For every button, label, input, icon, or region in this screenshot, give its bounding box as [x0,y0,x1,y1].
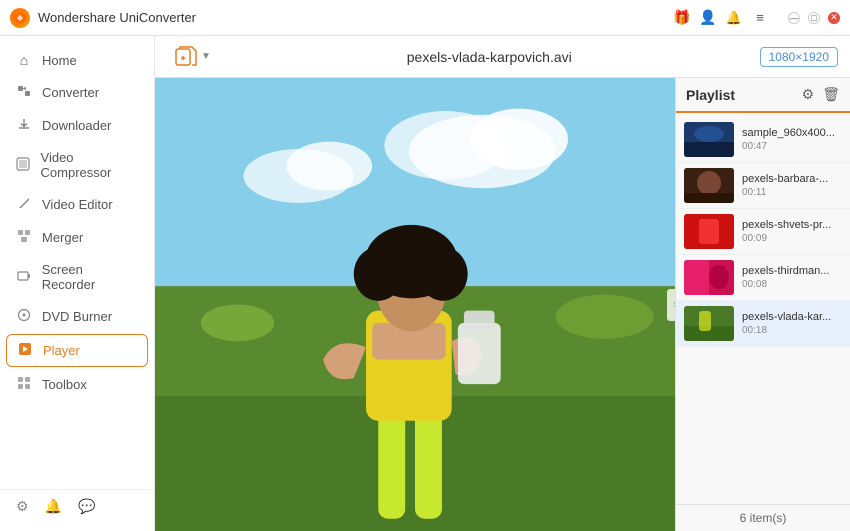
sidebar-item-dvd-burner[interactable]: DVD Burner [0,300,154,333]
playlist-header: Playlist ⚙ 🗑 [676,78,850,113]
menu-icon[interactable]: ≡ [752,10,768,26]
playlist-item[interactable]: pexels-barbara-... 00:11 [676,163,850,209]
top-bar-left: ▼ [167,42,219,72]
sidebar-label-converter: Converter [42,85,99,100]
player-icon [17,342,33,359]
app-title: Wondershare UniConverter [38,10,196,25]
maximize-button[interactable]: □ [808,12,820,24]
playlist-item-name-4: pexels-thirdman... [742,265,842,277]
sidebar-label-recorder: Screen Recorder [42,262,138,292]
playlist-settings-icon[interactable]: ⚙ [802,86,815,103]
video-area[interactable]: › [155,78,675,531]
editor-icon [16,196,32,213]
content-area: ▼ pexels-vlada-karpovich.avi 1080×1920 [155,36,850,531]
playlist-item-name-2: pexels-barbara-... [742,173,842,185]
playlist-item-duration-5: 00:18 [742,325,842,336]
home-icon: ⌂ [16,52,32,68]
merger-icon [16,229,32,246]
settings-icon[interactable]: ⚙ [16,498,29,515]
playlist-item-info-1: sample_960x400... 00:47 [742,127,842,152]
playlist-delete-icon[interactable]: 🗑 [822,86,840,103]
playlist-item-duration-2: 00:11 [742,187,842,198]
video-frame [155,78,675,531]
dvd-icon [16,308,32,325]
top-bar: ▼ pexels-vlada-karpovich.avi 1080×1920 [155,36,850,78]
sidebar: ⌂ Home Converter Downloader [0,36,155,531]
playlist-item[interactable]: pexels-thirdman... 00:08 [676,255,850,301]
compressor-icon [16,157,31,174]
playlist-item-name-5: pexels-vlada-kar... [742,311,842,323]
sidebar-item-player[interactable]: Player [6,334,148,367]
app-icon [10,8,30,28]
user-icon[interactable]: 👤 [700,10,716,26]
sidebar-label-merger: Merger [42,230,83,245]
playlist-item-info-3: pexels-shvets-pr... 00:09 [742,219,842,244]
playlist-title: Playlist [686,87,735,103]
playlist-item-name-3: pexels-shvets-pr... [742,219,842,231]
sidebar-label-compressor: Video Compressor [41,150,138,180]
close-button[interactable]: ✕ [828,12,840,24]
sidebar-label-player: Player [43,343,80,358]
converter-icon [16,84,32,101]
title-bar-icons: 🎁 👤 🔔 ≡ — □ ✕ [674,10,840,26]
title-bar-left: Wondershare UniConverter [10,8,196,28]
minimize-button[interactable]: — [788,12,800,24]
sidebar-label-editor: Video Editor [42,197,113,212]
toolbox-icon [16,376,32,393]
sidebar-item-home[interactable]: ⌂ Home [0,44,154,76]
sidebar-item-video-editor[interactable]: Video Editor [0,188,154,221]
playlist-item-info-5: pexels-vlada-kar... 00:18 [742,311,842,336]
playlist-item-info-4: pexels-thirdman... 00:08 [742,265,842,290]
bell-icon[interactable]: 🔔 [45,498,62,515]
sidebar-item-video-compressor[interactable]: Video Compressor [0,142,154,188]
sidebar-item-downloader[interactable]: Downloader [0,109,154,142]
collapse-icon: › [673,299,675,310]
add-file-chevron: ▼ [201,51,211,62]
collapse-playlist-button[interactable]: › [667,289,675,321]
window-controls: — □ ✕ [788,12,840,24]
notification-icon[interactable]: 🔔 [726,10,742,26]
playlist-item-name-1: sample_960x400... [742,127,842,139]
player-playlist: › [155,78,850,531]
sidebar-label-downloader: Downloader [42,118,111,133]
playlist-item-info-2: pexels-barbara-... 00:11 [742,173,842,198]
sidebar-item-merger[interactable]: Merger [0,221,154,254]
playlist-item-active[interactable]: pexels-vlada-kar... 00:18 [676,301,850,347]
recorder-icon [16,269,32,286]
file-title: pexels-vlada-karpovich.avi [219,49,760,65]
sidebar-label-toolbox: Toolbox [42,377,87,392]
playlist-item-duration-4: 00:08 [742,279,842,290]
video-player: › [155,78,675,531]
add-file-button[interactable]: ▼ [167,42,219,72]
playlist-items: sample_960x400... 00:47 [676,113,850,504]
sidebar-item-converter[interactable]: Converter [0,76,154,109]
gift-icon[interactable]: 🎁 [674,10,690,26]
playlist-thumb-5 [684,306,734,341]
title-bar: Wondershare UniConverter 🎁 👤 🔔 ≡ — □ ✕ [0,0,850,36]
playlist-item[interactable]: pexels-shvets-pr... 00:09 [676,209,850,255]
add-file-icon [175,46,197,68]
playlist-item-duration-1: 00:47 [742,141,842,152]
playlist-header-icons: ⚙ 🗑 [802,86,840,103]
sidebar-item-toolbox[interactable]: Toolbox [0,368,154,401]
resolution-badge: 1080×1920 [760,47,838,67]
main-layout: ⌂ Home Converter Downloader [0,36,850,531]
playlist-thumb-3 [684,214,734,249]
feedback-icon[interactable]: 💬 [78,498,95,515]
playlist-thumb-4 [684,260,734,295]
playlist: Playlist ⚙ 🗑 [675,78,850,531]
playlist-item-duration-3: 00:09 [742,233,842,244]
playlist-thumb-1 [684,122,734,157]
playlist-footer: 6 item(s) [676,504,850,531]
sidebar-item-screen-recorder[interactable]: Screen Recorder [0,254,154,300]
download-icon [16,117,32,134]
playlist-thumb-2 [684,168,734,203]
sidebar-label-home: Home [42,53,77,68]
sidebar-label-dvd: DVD Burner [42,309,112,324]
playlist-item[interactable]: sample_960x400... 00:47 [676,117,850,163]
